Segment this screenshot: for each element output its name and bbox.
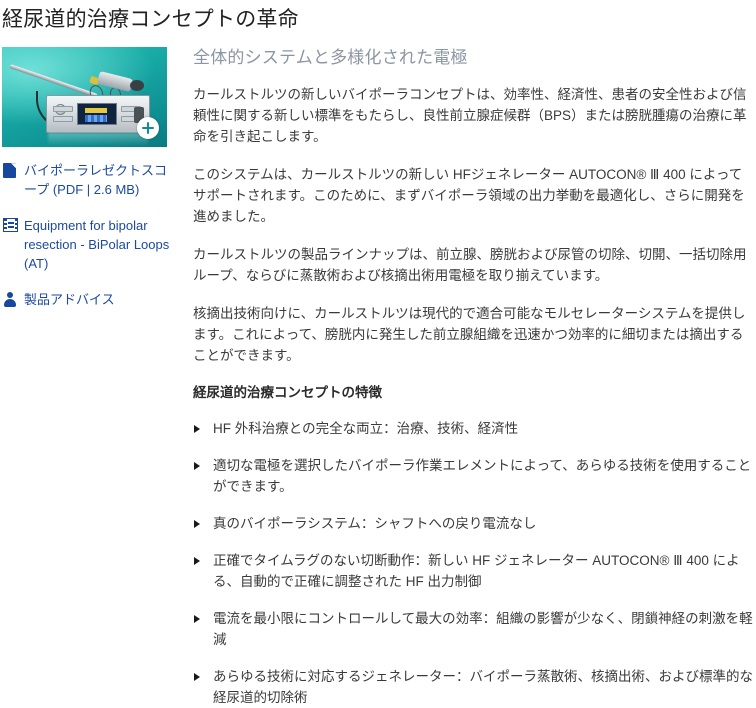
features-heading: 経尿道的治療コンセプトの特徴 <box>193 385 382 401</box>
endoscope-eyepiece-shape <box>130 80 144 92</box>
list-item: 適切な電極を選択したバイポーラ作業エレメントによって、あらゆる技術を使用すること… <box>193 455 754 497</box>
triangle-bullet-icon <box>194 520 200 529</box>
list-item: 電流を最小限にコントロールして最大の効率：組織の影響が少なく、閉鎖神経の刺激を軽… <box>193 608 754 650</box>
section-title: 全体的システムと多様化された電極 <box>193 48 468 68</box>
triangle-bullet-icon <box>194 557 200 566</box>
list-item-label: 真のバイポーラシステム：シャフトへの戻り電流なし <box>213 516 537 532</box>
page-root: 経尿道的治療コンセプトの革命 バイポーラレゼクトスコープ (PDF | 2.6 … <box>0 0 756 708</box>
list-item-label: HF 外科治療との完全な両立：治療、技術、経済性 <box>213 421 519 437</box>
paragraph-2: このシステムは、カールストルツの新しい HFジェネレーター AUTOCON® Ⅲ… <box>193 167 745 225</box>
display-bar-blue <box>85 115 107 123</box>
list-item-label: 電流を最小限にコントロールして最大の効率：組織の影響が少なく、閉鎖神経の刺激を軽… <box>213 611 753 648</box>
triangle-bullet-icon <box>194 462 200 471</box>
video-film-icon <box>3 218 18 233</box>
generator-button-1 <box>53 106 73 113</box>
list-item: あらゆる技術に対応するジェネレーター：バイポーラ蒸散術、核摘出術、および標準的な… <box>193 666 754 708</box>
product-thumbnail[interactable] <box>2 47 167 148</box>
triangle-bullet-icon <box>194 615 200 624</box>
list-item: 真のバイポーラシステム：シャフトへの戻り電流なし <box>193 513 754 534</box>
display-bar-yellow <box>85 108 107 114</box>
paragraph-4: 核摘出技術向けに、カールストルツは現代的で適合可能なモルセレーターシステムを提供… <box>193 306 746 364</box>
triangle-bullet-icon <box>194 673 200 682</box>
pdf-document-icon <box>3 163 16 179</box>
list-item-label: 適切な電極を選択したバイポーラ作業エレメントによって、あらゆる技術を使用すること… <box>213 458 752 495</box>
link-label: Equipment for bipolar resection - BiPola… <box>24 218 170 272</box>
person-icon <box>3 292 16 308</box>
link-equipment-bipolar-resection-video[interactable]: Equipment for bipolar resection - BiPola… <box>2 216 175 273</box>
link-bipolar-resectoscope-pdf[interactable]: バイポーラレゼクトスコープ (PDF | 2.6 MB) <box>2 161 175 199</box>
main-content: 全体的システムと多様化された電極 カールストルツの新しいバイポーラコンセプトは、… <box>175 47 756 708</box>
paragraph-1: カールストルツの新しいバイポーラコンセプトは、効率性、経済性、患者の安全性および… <box>193 87 747 145</box>
page-title: 経尿道的治療コンセプトの革命 <box>2 8 299 31</box>
link-label: バイポーラレゼクトスコープ (PDF | 2.6 MB) <box>24 163 168 198</box>
list-item: HF 外科治療との完全な両立：治療、技術、経済性 <box>193 418 754 439</box>
generator-unit-shape <box>46 95 150 134</box>
triangle-bullet-icon <box>194 425 200 434</box>
list-item-label: 正確でタイムラグのない切断動作：新しい HF ジェネレーター AUTOCON® … <box>213 553 740 590</box>
content-columns: バイポーラレゼクトスコープ (PDF | 2.6 MB) Equipment f… <box>0 47 756 708</box>
list-item: 正確でタイムラグのない切断動作：新しい HF ジェネレーター AUTOCON® … <box>193 550 754 592</box>
link-label: 製品アドバイス <box>24 292 115 308</box>
generator-reflection-shape <box>48 133 148 147</box>
paragraph-3: カールストルツの製品ラインナップは、前立腺、膀胱および尿管の切除、切開、一括切除… <box>193 247 747 284</box>
features-list: HF 外科治療との完全な両立：治療、技術、経済性 適切な電極を選択したバイポーラ… <box>193 418 754 708</box>
generator-button-2 <box>53 116 73 123</box>
link-product-advice[interactable]: 製品アドバイス <box>2 290 175 309</box>
list-item-label: あらゆる技術に対応するジェネレーター：バイポーラ蒸散術、核摘出術、および標準的な… <box>213 669 753 706</box>
generator-display-shape <box>77 103 117 126</box>
sidebar: バイポーラレゼクトスコープ (PDF | 2.6 MB) Equipment f… <box>0 47 175 309</box>
